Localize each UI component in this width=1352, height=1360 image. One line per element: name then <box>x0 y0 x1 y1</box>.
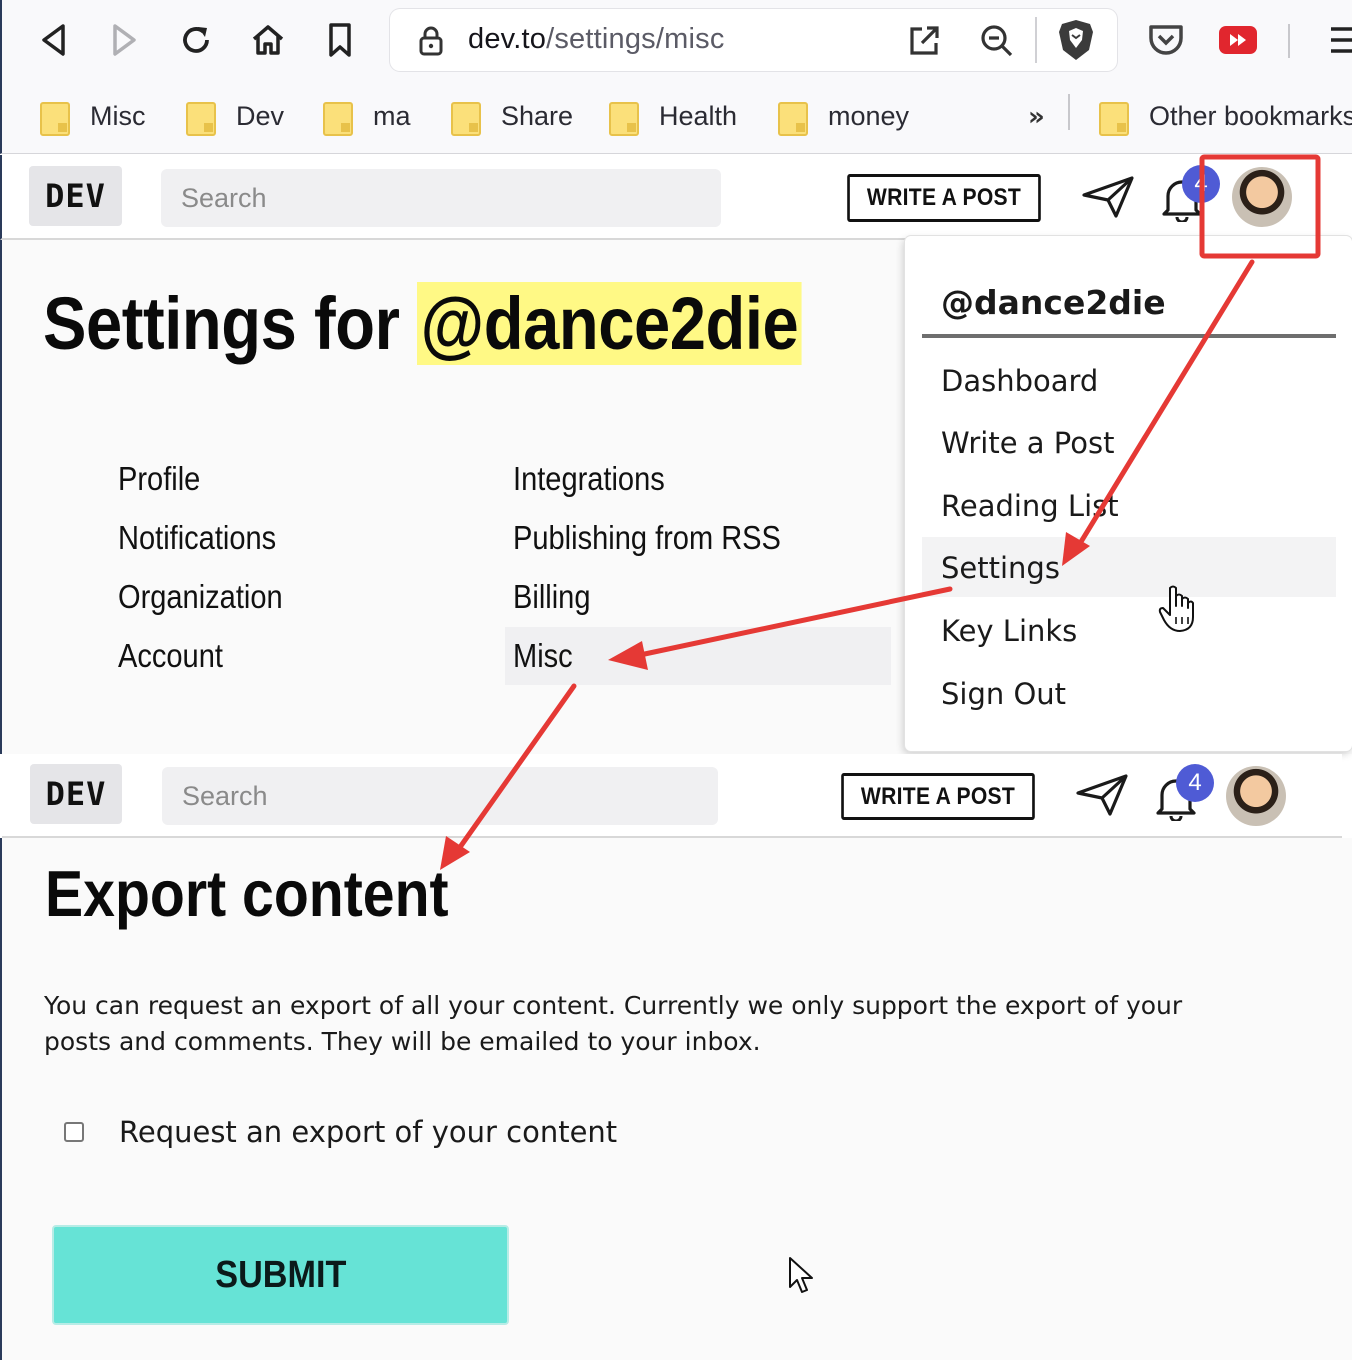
youtube-extension-icon[interactable] <box>1216 18 1260 62</box>
bookmarks-bar: Misc Dev ma Share Health money » Other b… <box>0 82 1352 154</box>
folder-icon <box>186 100 216 136</box>
bookmark-icon[interactable] <box>318 18 362 62</box>
folder-icon <box>451 100 481 136</box>
export-title: Export content <box>45 857 449 930</box>
search-input[interactable] <box>161 169 721 227</box>
settings-nav-account[interactable]: Account <box>118 637 223 675</box>
hand-cursor-icon <box>1158 584 1196 638</box>
dev-header-export: DEV WRITE A POST 4 <box>2 754 1342 838</box>
dropdown-item-write-post[interactable]: Write a Post <box>941 426 1114 460</box>
browser-toolbar: dev.to/settings/misc <box>0 0 1352 82</box>
dev-header: DEV WRITE A POST 4 <box>0 155 1352 240</box>
bookmark-folder-money[interactable]: money <box>778 96 909 136</box>
bookmark-folder-health[interactable]: Health <box>609 96 737 136</box>
user-avatar[interactable] <box>1226 766 1286 826</box>
search-input[interactable] <box>162 767 718 825</box>
user-avatar[interactable] <box>1232 167 1292 227</box>
dropdown-item-reading-list[interactable]: Reading List <box>941 489 1119 523</box>
notification-badge: 4 <box>1182 165 1220 203</box>
settings-nav-integrations[interactable]: Integrations <box>513 460 665 498</box>
bookmark-folder-share[interactable]: Share <box>451 96 573 136</box>
reload-icon[interactable] <box>174 18 218 62</box>
bookmark-folder-ma[interactable]: ma <box>323 96 411 136</box>
lock-icon <box>418 26 444 60</box>
folder-icon <box>323 100 353 136</box>
pocket-icon[interactable] <box>1144 18 1188 62</box>
bookmark-folder-dev[interactable]: Dev <box>186 96 284 136</box>
write-post-button[interactable]: WRITE A POST <box>847 174 1041 222</box>
submit-button[interactable]: SUBMIT <box>52 1225 509 1325</box>
settings-nav-misc[interactable]: Misc <box>513 637 573 675</box>
url-bar[interactable]: dev.to/settings/misc <box>390 9 1117 71</box>
write-post-button[interactable]: WRITE A POST <box>841 773 1035 820</box>
notification-badge: 4 <box>1176 764 1214 802</box>
menu-icon[interactable] <box>1316 18 1352 62</box>
dropdown-item-dashboard[interactable]: Dashboard <box>941 364 1098 398</box>
bookmark-folder-misc[interactable]: Misc <box>40 96 146 136</box>
bookmarks-overflow-chevron[interactable]: » <box>1028 102 1045 132</box>
back-icon[interactable] <box>32 18 76 62</box>
settings-nav-billing[interactable]: Billing <box>513 578 590 616</box>
home-icon[interactable] <box>246 18 290 62</box>
folder-icon <box>778 100 808 136</box>
page-title: Settings for @dance2die <box>43 281 802 366</box>
dropdown-item-sign-out[interactable]: Sign Out <box>941 677 1066 711</box>
settings-nav-organization[interactable]: Organization <box>118 578 283 616</box>
url-text: dev.to/settings/misc <box>468 23 725 55</box>
arrow-cursor-icon <box>788 1256 816 1300</box>
zoom-out-icon[interactable] <box>980 24 1014 62</box>
folder-icon <box>609 100 639 136</box>
brave-shield-icon[interactable] <box>1056 18 1096 66</box>
folder-icon <box>40 100 70 136</box>
submit-label: SUBMIT <box>214 1253 347 1296</box>
open-external-icon[interactable] <box>908 25 940 61</box>
folder-icon <box>1099 100 1129 136</box>
dropdown-item-settings[interactable]: Settings <box>941 551 1060 585</box>
other-bookmarks[interactable]: Other bookmarks <box>1099 96 1352 136</box>
dropdown-item-key-links[interactable]: Key Links <box>941 614 1077 648</box>
export-description: You can request an export of all your co… <box>44 991 1183 1056</box>
settings-nav-notifications[interactable]: Notifications <box>118 519 276 557</box>
username-highlight: @dance2die <box>417 282 802 365</box>
export-checkbox-label[interactable]: Request an export of your content <box>119 1115 617 1149</box>
dev-logo[interactable]: DEV <box>29 166 122 226</box>
dropdown-divider <box>922 334 1336 338</box>
bookmarks-separator <box>1068 94 1070 130</box>
dropdown-username[interactable]: @dance2die <box>941 283 1166 322</box>
send-icon[interactable] <box>1072 770 1132 820</box>
export-checkbox[interactable] <box>64 1122 84 1142</box>
settings-nav-profile[interactable]: Profile <box>118 460 200 498</box>
forward-icon[interactable] <box>102 18 146 62</box>
dev-logo[interactable]: DEV <box>30 764 122 824</box>
settings-nav-publishing-rss[interactable]: Publishing from RSS <box>513 519 781 557</box>
send-icon[interactable] <box>1078 172 1138 222</box>
